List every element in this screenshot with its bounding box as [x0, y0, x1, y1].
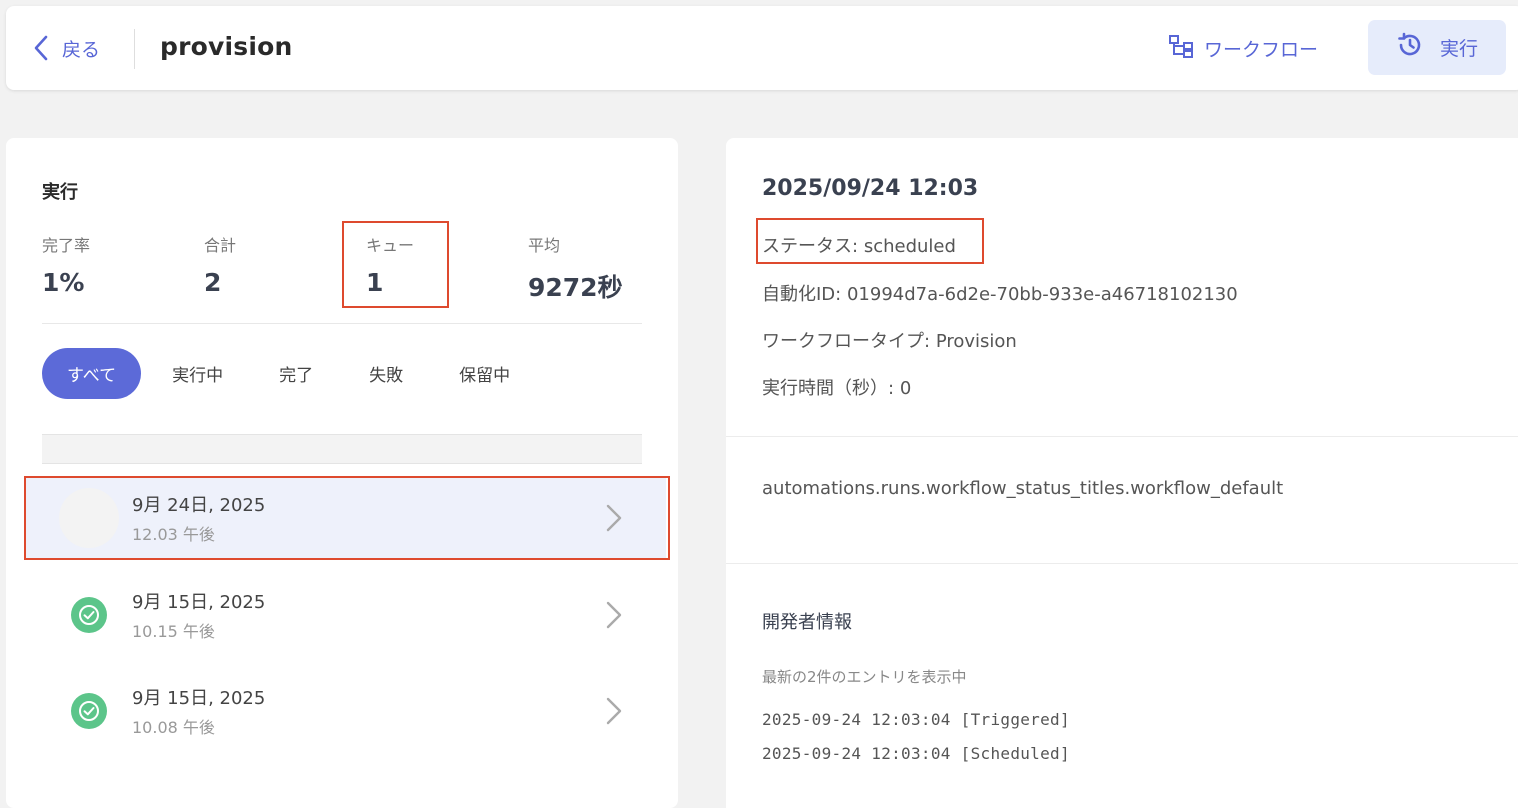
stat-label: 合計 — [204, 236, 237, 255]
stat-label: キュー — [366, 236, 415, 255]
duration-value: 0 — [899, 378, 912, 399]
run-time: 12.03 午後 — [132, 525, 215, 544]
workflow-button[interactable]: ワークフロー — [1168, 34, 1318, 63]
stat-value: 1 — [366, 268, 384, 297]
run-list-item[interactable]: 9月 15日, 2025 10.15 午後 — [26, 575, 666, 655]
workflow-status-message: automations.runs.workflow_status_titles.… — [762, 478, 1284, 499]
run-list-item[interactable]: 9月 24日, 2025 12.03 午後 — [26, 478, 666, 558]
workflow-type-label: ワークフロータイプ: — [762, 331, 931, 352]
run-date: 9月 15日, 2025 — [132, 688, 266, 709]
run-time: 10.08 午後 — [132, 718, 215, 737]
workflow-type-row: ワークフロータイプ: Provision — [762, 327, 1017, 353]
developer-info-title: 開発者情報 — [762, 612, 852, 633]
page-title: provision — [160, 32, 293, 61]
run-date: 9月 15日, 2025 — [132, 592, 266, 613]
back-button[interactable]: 戻る — [34, 32, 100, 64]
stat-total: 合計 2 — [204, 232, 236, 297]
stat-average: 平均 9272秒 — [528, 232, 623, 304]
chevron-right-icon — [606, 504, 622, 536]
status-row: ステータス: scheduled — [762, 232, 956, 258]
duration-row: 実行時間（秒）: 0 — [762, 374, 911, 400]
developer-info-subtitle: 最新の2件のエントリを表示中 — [762, 668, 967, 686]
status-label: ステータス: — [762, 236, 859, 257]
header-divider — [134, 29, 135, 69]
log-entry: 2025-09-24 12:03:04 [Triggered] — [762, 710, 1070, 729]
chevron-right-icon — [606, 601, 622, 633]
stat-label: 平均 — [528, 236, 561, 255]
history-icon — [1396, 31, 1424, 64]
detail-divider — [726, 563, 1518, 564]
run-detail-title: 2025/09/24 12:03 — [762, 176, 979, 201]
chevron-left-icon — [34, 35, 48, 61]
filter-tabs: すべて 実行中 完了 失敗 保留中 — [42, 348, 535, 399]
filter-failed[interactable]: 失敗 — [344, 348, 428, 399]
executions-title: 実行 — [42, 182, 78, 203]
filter-all[interactable]: すべて — [42, 348, 142, 399]
check-circle-icon — [71, 597, 107, 633]
run-date: 9月 24日, 2025 — [132, 495, 266, 516]
workflow-label: ワークフロー — [1204, 39, 1319, 61]
run-time: 10.15 午後 — [132, 622, 215, 641]
pending-status-placeholder — [59, 488, 119, 548]
run-list-item[interactable]: 9月 15日, 2025 10.08 午後 — [26, 671, 666, 751]
run-list-header — [42, 434, 642, 464]
back-label: 戻る — [62, 38, 101, 61]
status-value: scheduled — [863, 236, 956, 257]
run-button[interactable]: 実行 — [1368, 20, 1506, 75]
duration-label: 実行時間（秒）: — [762, 378, 895, 399]
filter-pending[interactable]: 保留中 — [434, 348, 535, 399]
check-circle-icon — [71, 693, 107, 729]
stat-queue: キュー 1 — [366, 232, 414, 297]
detail-divider — [726, 436, 1518, 437]
filter-running[interactable]: 実行中 — [147, 348, 248, 399]
automation-id-value: 01994d7a-6d2e-70bb-933e-a46718102130 — [846, 284, 1238, 305]
run-detail-panel: 2025/09/24 12:03 ステータス: scheduled 自動化ID:… — [726, 138, 1518, 808]
top-bar: 戻る provision ワークフロー 実行 — [6, 6, 1518, 90]
stat-value: 2 — [204, 268, 222, 297]
workflow-type-value: Provision — [935, 331, 1017, 352]
executions-panel: 実行 完了率 1% 合計 2 キュー 1 平均 9272秒 すべて 実行中 完了… — [6, 138, 678, 808]
stats-divider — [42, 323, 642, 324]
workflow-icon — [1168, 34, 1194, 63]
stat-completion-rate: 完了率 1% — [42, 232, 90, 297]
automation-id-row: 自動化ID: 01994d7a-6d2e-70bb-933e-a46718102… — [762, 280, 1238, 306]
chevron-right-icon — [606, 697, 622, 729]
stat-value: 1% — [42, 268, 85, 297]
run-label: 実行 — [1439, 38, 1478, 60]
filter-completed[interactable]: 完了 — [254, 348, 338, 399]
automation-id-label: 自動化ID: — [762, 284, 842, 305]
stat-label: 完了率 — [42, 236, 91, 255]
stat-value: 9272秒 — [528, 273, 623, 302]
log-entry: 2025-09-24 12:03:04 [Scheduled] — [762, 744, 1070, 763]
